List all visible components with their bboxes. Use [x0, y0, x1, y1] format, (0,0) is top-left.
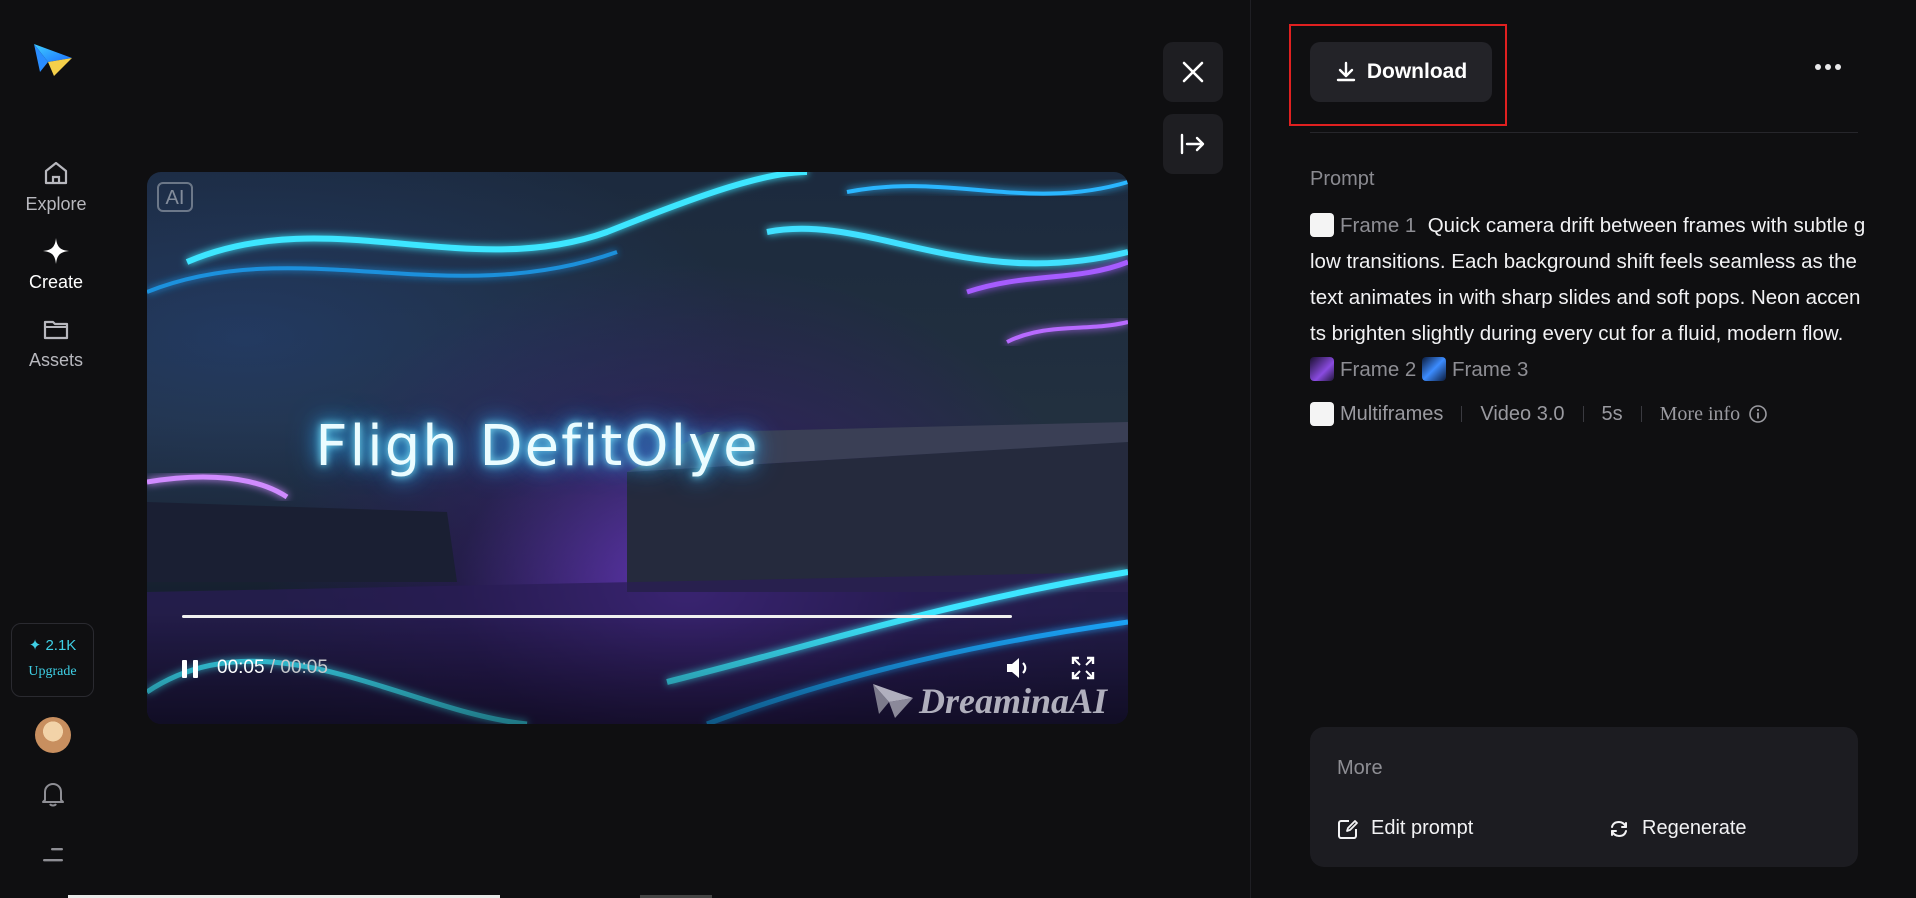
frame3-thumbnail: [1422, 357, 1447, 381]
credits-count: ✦ 2.1K: [28, 637, 77, 654]
sidebar: Explore Create Assets ✦ 2.1K Upgrade: [0, 0, 112, 898]
bell-icon[interactable]: [40, 780, 66, 808]
frame2-chip[interactable]: Frame 2: [1340, 358, 1416, 381]
meta-separator: [1461, 406, 1463, 422]
more-options-icon[interactable]: [1813, 62, 1843, 72]
sidebar-item-explore[interactable]: Explore: [0, 158, 112, 215]
video-time: 00:05 / 00:05: [217, 657, 328, 679]
prompt-text-block: Frame 1 Quick camera drift between frame…: [1310, 208, 1866, 388]
more-title: More: [1337, 757, 1383, 779]
upgrade-link[interactable]: Upgrade: [12, 664, 93, 680]
watermark-logo-icon: [873, 684, 913, 718]
close-icon: [1182, 61, 1204, 83]
edit-icon: [1338, 819, 1358, 839]
edit-prompt-button[interactable]: Edit prompt: [1337, 817, 1473, 840]
meta-separator: [1640, 406, 1642, 422]
arrow-right-to-bar-icon: [1180, 133, 1205, 155]
folder-icon: [43, 320, 69, 340]
frame1-thumbnail: [1310, 213, 1334, 237]
edit-prompt-label: Edit prompt: [1371, 817, 1474, 839]
meta-mode: Multiframes: [1340, 402, 1444, 425]
close-button[interactable]: [1163, 42, 1223, 102]
fullscreen-icon[interactable]: [1071, 656, 1095, 680]
avatar[interactable]: [35, 717, 71, 753]
panel-divider: [1250, 0, 1251, 898]
sidebar-item-label: Create: [28, 272, 84, 292]
meta-separator: [1582, 406, 1584, 422]
highlight-box: [1289, 24, 1507, 126]
frame2-thumbnail: [1310, 357, 1334, 381]
upgrade-card[interactable]: ✦ 2.1K Upgrade: [11, 623, 94, 697]
info-icon[interactable]: [1748, 404, 1768, 424]
video-title-text: Fligh DefitOlye: [315, 414, 760, 479]
volume-icon[interactable]: [1004, 655, 1032, 681]
total-time: 00:05: [280, 657, 328, 678]
video-player[interactable]: AI Fligh DefitOlye 00:05 / 00:05 Dreamin…: [147, 172, 1128, 724]
frame1-chip[interactable]: Frame 1: [1340, 214, 1416, 237]
app-logo-icon[interactable]: [32, 38, 74, 80]
header-divider: [1310, 132, 1858, 133]
sidebar-item-assets[interactable]: Assets: [0, 314, 112, 371]
sidebar-item-label: Explore: [25, 194, 87, 214]
meta-model: Video 3.0: [1480, 402, 1565, 425]
ai-badge: AI: [157, 182, 193, 212]
more-info-link[interactable]: More info: [1660, 403, 1741, 426]
refresh-icon: [1611, 820, 1627, 837]
collapse-panel-button[interactable]: [1163, 114, 1223, 174]
sidebar-item-label: Assets: [28, 350, 84, 370]
more-actions-card: More Edit prompt Regenerate: [1310, 727, 1858, 867]
time-separator: /: [264, 657, 281, 678]
meta-duration: 5s: [1601, 402, 1623, 425]
menu-icon[interactable]: [41, 846, 65, 864]
pause-icon[interactable]: [179, 657, 201, 681]
prompt-label: Prompt: [1310, 168, 1375, 190]
regenerate-button[interactable]: Regenerate: [1608, 817, 1747, 840]
frame3-chip[interactable]: Frame 3: [1452, 358, 1528, 381]
multiframes-thumbnail: [1310, 402, 1334, 426]
sparkle-icon: [43, 238, 69, 264]
home-icon: [44, 161, 68, 185]
video-progress-bar[interactable]: [182, 615, 1012, 618]
generation-meta: Multiframes Video 3.0 5s More info: [1310, 402, 1768, 426]
regenerate-label: Regenerate: [1642, 817, 1747, 839]
current-time: 00:05: [217, 657, 265, 678]
watermark-text: DreaminaAI: [919, 681, 1108, 721]
sidebar-item-create[interactable]: Create: [0, 236, 112, 293]
